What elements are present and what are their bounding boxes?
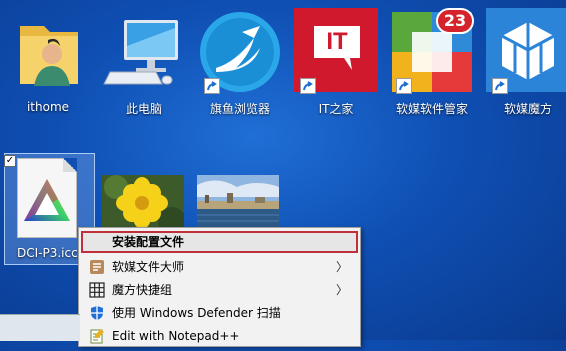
desktop-icon-label: 软媒软件管家: [395, 102, 468, 116]
menu-item-label: 软媒文件大师: [112, 260, 185, 274]
desktop-icon-cube-app[interactable]: 软媒魔方: [482, 6, 566, 117]
ithome-app-icon: IT: [290, 6, 382, 98]
menu-item-edit-notepad[interactable]: Edit with Notepad++: [81, 325, 358, 347]
shortcut-arrow-icon: [492, 78, 508, 94]
file-master-icon: [89, 259, 105, 275]
computer-icon: [98, 6, 190, 98]
shortcut-arrow-icon: [204, 78, 220, 94]
software-manager-icon: 23: [386, 6, 478, 98]
desktop-icon-ithome[interactable]: ithome: [2, 6, 94, 114]
notification-badge: 23: [436, 8, 474, 34]
defender-shield-icon: [89, 305, 105, 321]
desktop-icon-label: 旗鱼浏览器: [209, 102, 270, 116]
desktop-icon-software-manager[interactable]: 23 软媒软件管家: [386, 6, 478, 117]
user-folder-icon: [2, 6, 94, 98]
desktop-icon-label: IT之家: [318, 102, 354, 116]
submenu-arrow-icon: 〉: [335, 260, 348, 274]
selection-checkbox[interactable]: ✓: [4, 155, 16, 167]
flower-image-thumbnail[interactable]: [102, 175, 184, 231]
menu-item-label: Edit with Notepad++: [112, 329, 240, 343]
shortcut-arrow-icon: [300, 78, 316, 94]
notepad-icon: [89, 328, 105, 344]
menu-item-defender-scan[interactable]: 使用 Windows Defender 扫描: [81, 302, 358, 324]
desktop-icon-label: 此电脑: [125, 102, 162, 116]
desktop-icon-label: ithome: [26, 100, 70, 114]
desktop-icon-label: 软媒魔方: [503, 102, 552, 116]
ithome-logo-text: IT: [326, 28, 348, 55]
submenu-arrow-icon: 〉: [335, 283, 348, 297]
sailfish-browser-icon: [194, 6, 286, 98]
context-menu: 安装配置文件 软媒文件大师 〉 魔方快捷组 〉 使用 Windows Defen…: [78, 227, 361, 347]
menu-item-cube-quick-group[interactable]: 魔方快捷组 〉: [81, 279, 358, 301]
color-profile-icon: [17, 158, 77, 238]
menu-item-label: 使用 Windows Defender 扫描: [112, 306, 281, 320]
desktop-icon-this-pc[interactable]: 此电脑: [98, 6, 190, 117]
menu-item-label: 安装配置文件: [112, 235, 185, 249]
menu-item-label: 魔方快捷组: [112, 283, 173, 297]
menu-item-install-profile[interactable]: 安装配置文件: [81, 231, 358, 253]
cube-app-icon: [482, 6, 566, 98]
shortcut-arrow-icon: [396, 78, 412, 94]
desktop-icon-ithome-app[interactable]: IT IT之家: [290, 6, 382, 117]
menu-item-file-master[interactable]: 软媒文件大师 〉: [81, 256, 358, 278]
file-label: DCI-P3.icc: [17, 246, 78, 260]
harbor-image-thumbnail[interactable]: [197, 175, 279, 231]
desktop-icon-sailfish-browser[interactable]: 旗鱼浏览器: [194, 6, 286, 117]
grid-icon: [89, 282, 105, 298]
background-window: [0, 314, 80, 341]
